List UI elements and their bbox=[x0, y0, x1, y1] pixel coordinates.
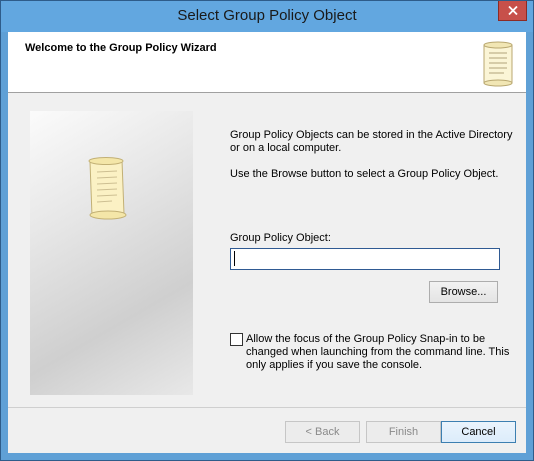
browse-button[interactable]: Browse... bbox=[429, 281, 498, 303]
close-icon bbox=[508, 6, 518, 15]
wizard-side-panel bbox=[30, 111, 193, 395]
wizard-heading: Welcome to the Group Policy Wizard bbox=[25, 42, 217, 54]
text-caret bbox=[234, 251, 235, 266]
close-button[interactable] bbox=[498, 1, 527, 21]
footer-divider bbox=[8, 407, 526, 408]
gpo-field-label: Group Policy Object: bbox=[230, 232, 331, 244]
description-storage: Group Policy Objects can be stored in th… bbox=[230, 129, 513, 154]
allow-focus-label[interactable]: Allow the focus of the Group Policy Snap… bbox=[246, 333, 516, 372]
wizard-window: Select Group Policy Object Welcome to th… bbox=[0, 0, 534, 461]
cancel-button[interactable]: Cancel bbox=[441, 421, 516, 443]
window-title: Select Group Policy Object bbox=[177, 7, 357, 24]
gpo-input[interactable] bbox=[230, 248, 500, 270]
title-bar[interactable]: Select Group Policy Object bbox=[1, 1, 533, 32]
scroll-icon bbox=[88, 157, 127, 220]
finish-button[interactable]: Finish bbox=[366, 421, 441, 443]
allow-focus-checkbox[interactable] bbox=[230, 333, 243, 346]
scroll-icon bbox=[483, 41, 513, 87]
back-button[interactable]: < Back bbox=[285, 421, 360, 443]
wizard-header: Welcome to the Group Policy Wizard bbox=[8, 32, 526, 93]
description-browse: Use the Browse button to select a Group … bbox=[230, 168, 499, 180]
wizard-client-area: Welcome to the Group Policy Wizard Group… bbox=[8, 32, 526, 453]
